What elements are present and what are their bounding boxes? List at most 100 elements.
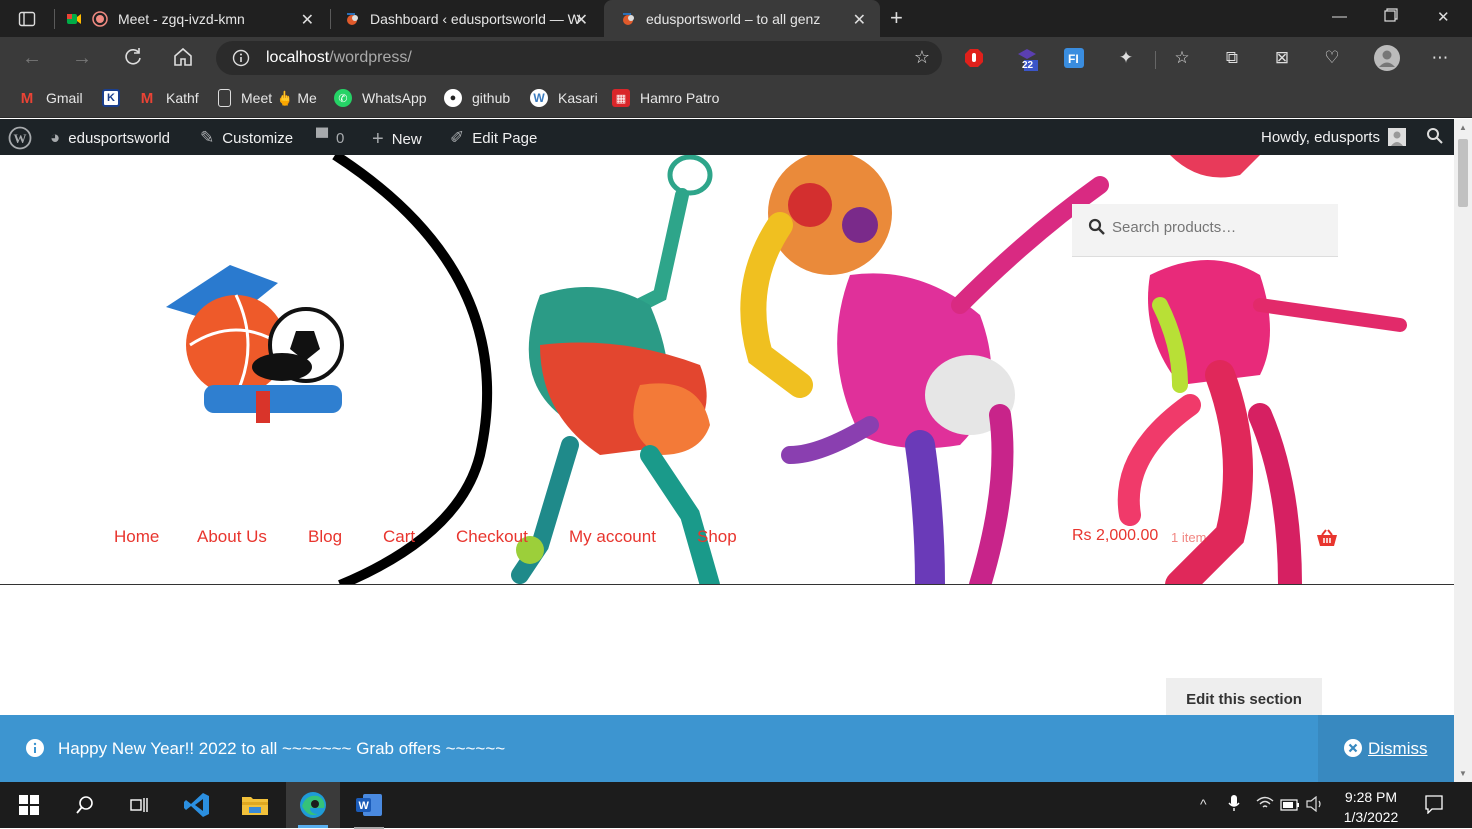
tab-title: Meet - zgq-ivzd-kmn: [118, 10, 245, 27]
wp-admin-bar: W ◕ edusportsworld ✎ Customize ▀ 0 + New…: [0, 119, 1454, 155]
github-icon: ●: [444, 89, 462, 107]
bookmark-github[interactable]: ● github: [444, 89, 510, 107]
page-icon: [218, 89, 231, 107]
nav-checkout[interactable]: Checkout: [456, 527, 528, 547]
wp-customize[interactable]: ✎ Customize: [200, 128, 293, 148]
settings-more-icon[interactable]: ⋯: [1430, 48, 1450, 68]
nav-cart[interactable]: Cart: [383, 527, 415, 547]
wp-edit-page[interactable]: ✐ Edit Page: [450, 128, 537, 148]
bookmark-meet-me[interactable]: Meet 🖕 Me: [218, 89, 317, 107]
profile-avatar[interactable]: [1374, 45, 1400, 71]
edge-app-active[interactable]: [286, 782, 340, 828]
recording-icon: [92, 10, 108, 27]
show-hidden-icons[interactable]: ^: [1200, 796, 1207, 812]
browser-essentials-icon[interactable]: ♡: [1322, 48, 1342, 68]
restore-icon: [1384, 8, 1398, 22]
svg-text:W: W: [359, 800, 370, 812]
header-hero: Home About Us Blog Cart Checkout My acco…: [0, 155, 1454, 585]
notice-text: Happy New Year!! 2022 to all ~~~~~~~ Gra…: [58, 739, 506, 758]
wp-my-account[interactable]: Howdy, edusports: [1261, 128, 1406, 146]
vscode-app[interactable]: [182, 790, 212, 820]
page-scrollbar[interactable]: ▲ ▼: [1454, 119, 1472, 782]
search-button[interactable]: [70, 790, 100, 820]
nav-about-us[interactable]: About Us: [197, 527, 267, 547]
tab-dashboard[interactable]: Dashboard ‹ edusportsworld — W ✕: [332, 0, 602, 37]
bookmark-whatsapp[interactable]: ✆ WhatsApp: [334, 89, 427, 107]
start-button[interactable]: [14, 790, 44, 820]
nav-my-account[interactable]: My account: [569, 527, 656, 547]
close-icon[interactable]: ✕: [301, 10, 314, 30]
add-favorite-icon[interactable]: ☆: [914, 47, 930, 68]
bookmark-gmail[interactable]: M Gmail: [18, 89, 83, 107]
nav-blog[interactable]: Blog: [308, 527, 342, 547]
wp-site-name[interactable]: ◕ edusportsworld: [50, 128, 170, 148]
close-icon[interactable]: ✕: [853, 10, 866, 30]
restore-button[interactable]: [1384, 8, 1398, 26]
product-search[interactable]: [1072, 204, 1338, 257]
wp-search-button[interactable]: [1426, 127, 1444, 145]
close-icon[interactable]: ✕: [575, 10, 588, 30]
gmail-icon: M: [140, 89, 154, 107]
bookmark-hamro-patro[interactable]: ▦ Hamro Patro: [612, 89, 719, 107]
scroll-thumb[interactable]: [1458, 139, 1468, 207]
battery-icon[interactable]: [1280, 798, 1300, 814]
search-input[interactable]: [1112, 219, 1327, 236]
wordpress-logo-button[interactable]: W: [8, 126, 32, 150]
scroll-up-icon[interactable]: ▲: [1459, 123, 1467, 132]
url-text: localhost/wordpress/: [266, 49, 412, 66]
info-icon[interactable]: [232, 49, 250, 67]
extensions-puzzle-icon[interactable]: ✦: [1116, 48, 1136, 68]
svg-text:FI: FI: [1068, 52, 1079, 66]
bookmark-kathf[interactable]: M Kathf: [138, 89, 199, 107]
extension-icon[interactable]: 22: [1016, 48, 1038, 71]
refresh-button[interactable]: [122, 46, 144, 74]
browser-toolbar: ← → localhost/wordpress/ ☆ 22 FI ✦ ☆ ⧉ ⊠…: [0, 37, 1472, 81]
collections-icon[interactable]: ⧉: [1222, 48, 1242, 68]
wifi-icon[interactable]: [1256, 796, 1274, 813]
svg-text:W: W: [14, 131, 27, 146]
bookmark-kasari[interactable]: W Kasari: [530, 89, 598, 107]
wp-comments[interactable]: ▀ 0: [316, 128, 344, 148]
tab-actions-icon[interactable]: [18, 10, 36, 33]
math-solver-icon[interactable]: ⊠: [1272, 48, 1292, 68]
home-button[interactable]: [172, 46, 194, 74]
volume-icon[interactable]: [1306, 795, 1324, 815]
dismiss-button[interactable]: Dismiss: [1318, 715, 1454, 782]
minimize-button[interactable]: —: [1332, 8, 1347, 25]
clock-time: 9:28 PM: [1344, 789, 1398, 805]
dashboard-icon: ◕: [50, 128, 61, 147]
page-content: Home About Us Blog Cart Checkout My acco…: [0, 155, 1454, 782]
new-tab-button[interactable]: +: [890, 5, 903, 31]
wp-new[interactable]: + New: [372, 128, 422, 151]
fi-extension-icon[interactable]: FI: [1064, 48, 1084, 68]
browser-tab-strip: Meet - zgq-ivzd-kmn ✕ Dashboard ‹ eduspo…: [0, 0, 1472, 37]
windows-icon: [19, 795, 39, 815]
close-icon: [1344, 739, 1362, 757]
close-window-button[interactable]: ✕: [1437, 8, 1450, 26]
edit-section-button[interactable]: Edit this section: [1166, 678, 1322, 718]
k-icon: K: [102, 89, 120, 107]
tab-edusportsworld[interactable]: edusportsworld – to all genz ✕: [604, 0, 880, 37]
nav-home[interactable]: Home: [114, 527, 159, 547]
clock[interactable]: 9:28 PM 1/3/2022: [1340, 787, 1402, 827]
notifications-icon[interactable]: [1424, 794, 1444, 817]
word-app[interactable]: W: [354, 790, 384, 829]
tab-meet[interactable]: Meet - zgq-ivzd-kmn ✕: [56, 0, 328, 37]
favorites-icon[interactable]: ☆: [1172, 48, 1192, 68]
wordpress-icon: W: [530, 89, 548, 107]
site-logo: [166, 265, 344, 423]
adblock-extension-icon[interactable]: [964, 48, 984, 68]
basket-icon[interactable]: [1316, 529, 1338, 552]
address-bar[interactable]: localhost/wordpress/ ☆: [216, 41, 942, 75]
forward-button[interactable]: →: [72, 47, 92, 70]
bookmark-k[interactable]: K: [102, 89, 130, 107]
brush-icon: ✎: [200, 128, 215, 147]
scroll-down-icon[interactable]: ▼: [1459, 769, 1467, 778]
task-view-button[interactable]: [124, 790, 154, 820]
back-button[interactable]: ←: [22, 47, 42, 70]
file-explorer-app[interactable]: [240, 790, 270, 820]
nav-shop[interactable]: Shop: [697, 527, 737, 547]
microphone-icon[interactable]: [1228, 794, 1240, 815]
cart-total[interactable]: Rs 2,000.00: [1072, 527, 1158, 545]
hamro-patro-icon: ▦: [612, 89, 630, 107]
